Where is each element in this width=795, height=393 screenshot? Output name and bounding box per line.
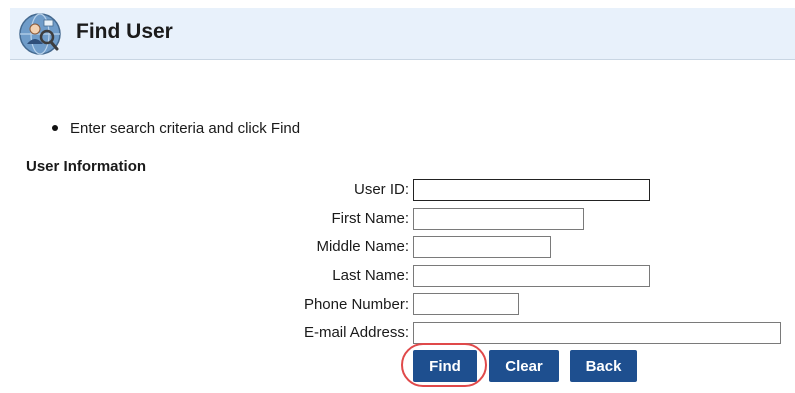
page-title: Find User xyxy=(76,20,173,43)
middle-name-input[interactable] xyxy=(413,236,551,258)
bullet-icon xyxy=(52,125,58,132)
last-name-input[interactable] xyxy=(413,265,650,287)
middle-name-label: Middle Name: xyxy=(316,238,409,255)
user-search-globe-icon xyxy=(19,13,61,55)
first-name-input[interactable] xyxy=(413,208,584,230)
phone-number-input[interactable] xyxy=(413,293,519,315)
email-address-input[interactable] xyxy=(413,322,781,344)
section-title: User Information xyxy=(26,158,147,175)
clear-button[interactable]: Clear xyxy=(489,350,559,382)
instruction-text: Enter search criteria and click Find xyxy=(70,120,301,137)
first-name-label: First Name: xyxy=(331,210,409,227)
phone-number-label: Phone Number: xyxy=(303,296,409,313)
last-name-label: Last Name: xyxy=(332,267,409,284)
page-header: Find User xyxy=(10,8,795,60)
find-button[interactable]: Find xyxy=(413,350,477,382)
user-id-label: User ID: xyxy=(353,181,409,198)
back-button[interactable]: Back xyxy=(570,350,637,382)
email-address-label: E-mail Address: xyxy=(303,324,409,341)
instruction-list: Enter search criteria and click Find xyxy=(52,120,300,137)
user-id-input[interactable] xyxy=(413,179,650,201)
